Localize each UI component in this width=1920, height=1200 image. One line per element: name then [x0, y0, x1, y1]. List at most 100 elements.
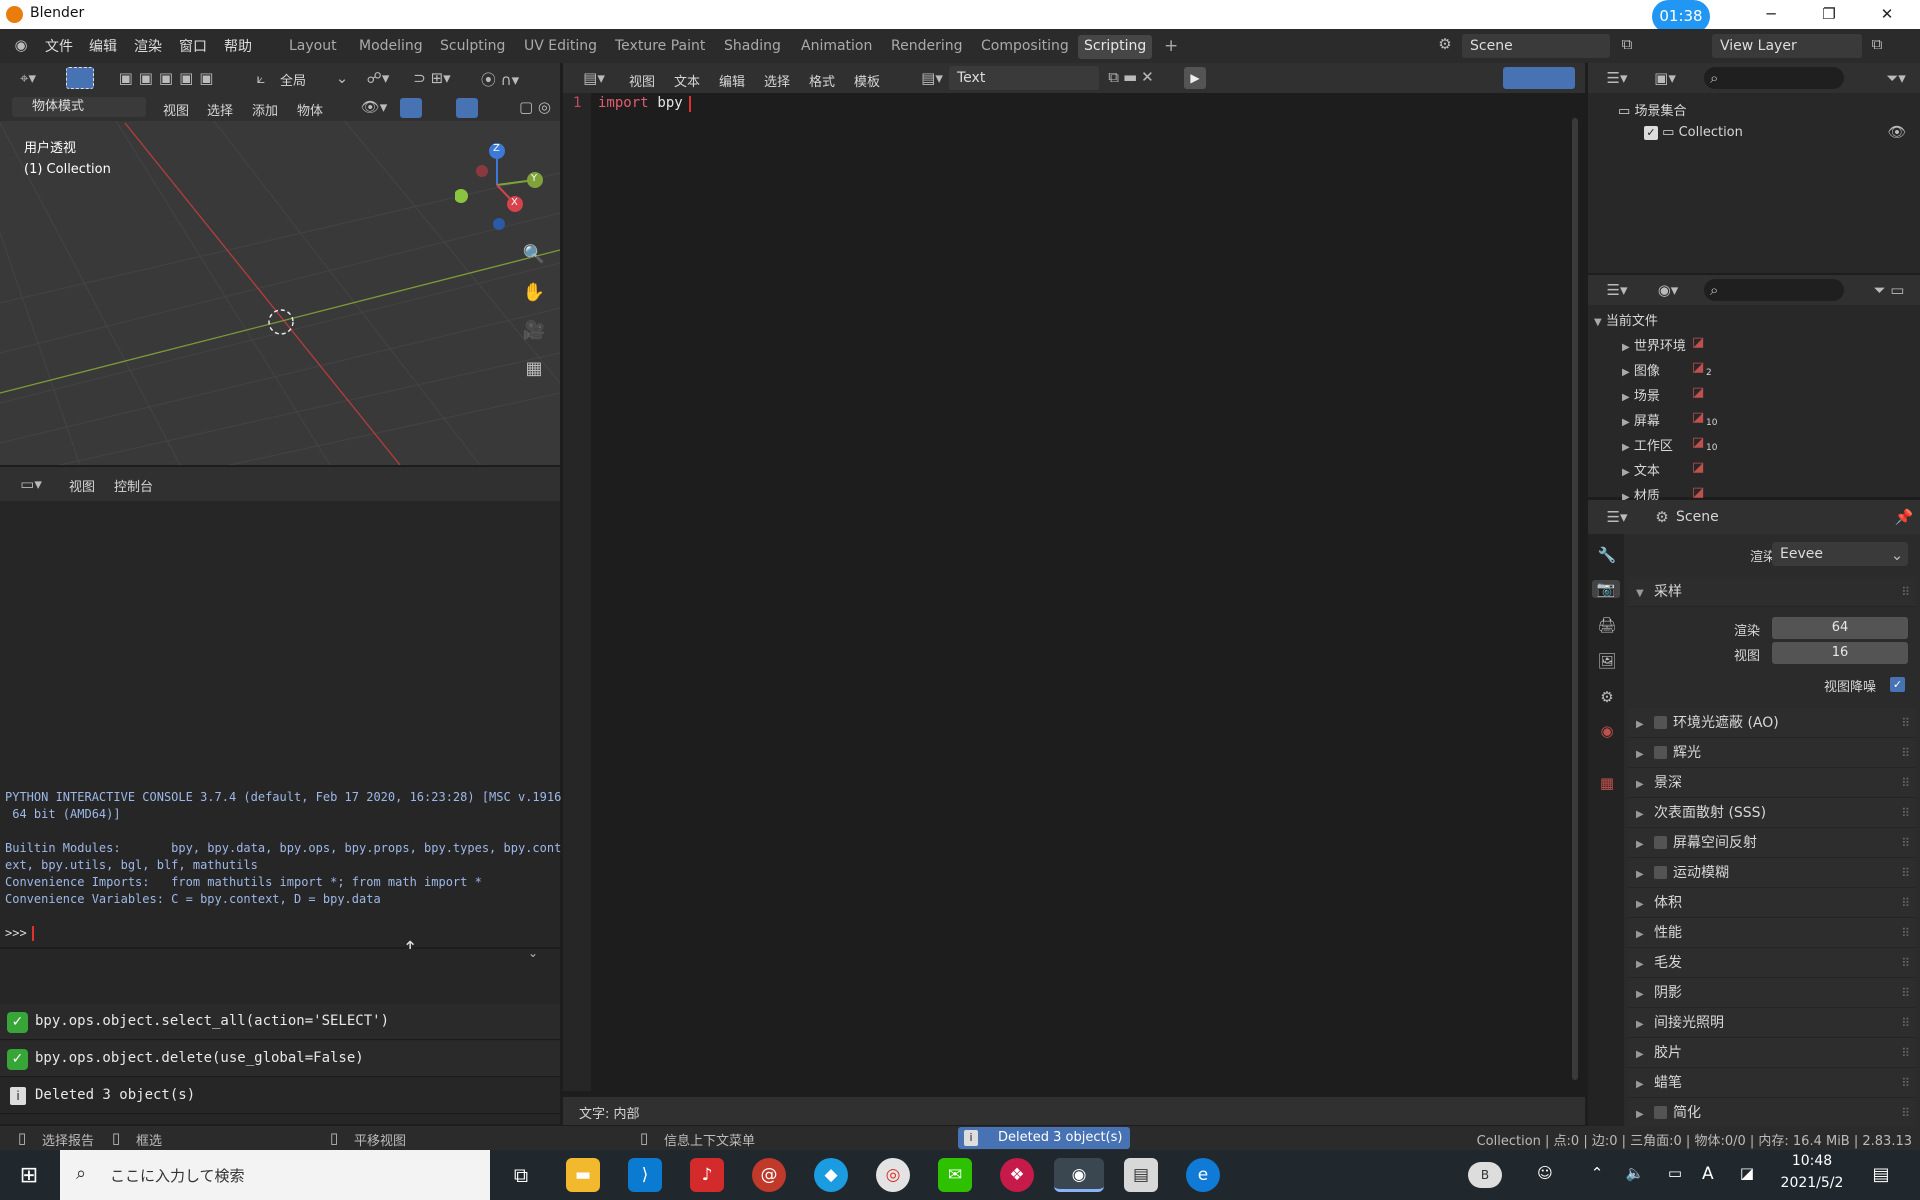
render-samples-field[interactable]: 64 [1772, 617, 1908, 639]
file-explorer-icon[interactable]: ▬ [566, 1158, 600, 1192]
display-toggles-icons[interactable] [1503, 67, 1575, 89]
panel-section[interactable]: ▶ 辉光 ⠿ [1628, 738, 1916, 768]
blender-file-item[interactable]: ▶ 屏幕 ◪ 10 [1622, 410, 1717, 429]
run-script-button[interactable]: ▶ [1184, 67, 1206, 89]
panel-enable-checkbox[interactable] [1654, 746, 1667, 759]
tab-uv-editing[interactable]: UV Editing [518, 35, 603, 59]
taskbar-time[interactable]: 10:48 [1772, 1153, 1852, 1169]
render-tab-icon[interactable]: 📷 [1592, 580, 1620, 598]
transform-orientation-icon[interactable]: ⟀ [250, 69, 272, 87]
drag-grip-icon[interactable]: ⠿ [1901, 768, 1910, 798]
drag-grip-icon[interactable]: ⠿ [1901, 708, 1910, 738]
tab-layout[interactable]: Layout [283, 35, 343, 59]
world-tab-icon[interactable]: ◉ [1596, 722, 1618, 740]
pan-hand-icon[interactable]: ✋ [520, 282, 548, 303]
text-menu-view[interactable]: 视图 [629, 71, 655, 90]
eye-visibility-icon[interactable]: 👁 [1886, 123, 1908, 141]
view-layer-tab-icon[interactable]: 🖼 [1596, 652, 1618, 670]
music-app-icon[interactable]: ♪ [690, 1158, 724, 1192]
text-menu-edit[interactable]: 编辑 [719, 71, 745, 90]
code-keyword[interactable]: import [598, 95, 649, 111]
scene-field[interactable]: Scene [1462, 34, 1610, 58]
blender-file-item[interactable]: ▶ 世界环境 ◪ [1622, 335, 1704, 354]
drag-grip-icon[interactable]: ⠿ [1901, 858, 1910, 888]
text-menu-templates[interactable]: 模板 [854, 71, 880, 90]
drag-grip-icon[interactable]: ⠿ [1901, 1068, 1910, 1098]
viewport-menu-view[interactable]: 视图 [163, 100, 189, 119]
console-menu-console[interactable]: 控制台 [114, 476, 153, 495]
select-tool-icon[interactable] [66, 67, 94, 89]
notepad-icon[interactable]: ▤ [1124, 1158, 1158, 1192]
console-prompt[interactable]: >>> [5, 926, 27, 940]
viewport-samples-field[interactable]: 16 [1772, 642, 1908, 664]
blender-file-item[interactable]: ▶ 文本 ◪ [1622, 460, 1704, 479]
blender-file-item[interactable]: ▶ 工作区 ◪ 10 [1622, 435, 1717, 454]
panel-sampling[interactable]: ▼ 采样 ⠿ [1628, 577, 1916, 607]
text-menu-text[interactable]: 文本 [674, 71, 700, 90]
panel-enable-checkbox[interactable] [1654, 1106, 1667, 1119]
drag-grip-icon[interactable]: ⠿ [1901, 918, 1910, 948]
viewport-denoise-checkbox[interactable]: ✓ [1890, 677, 1905, 692]
raspberry-pi-icon[interactable]: ❖ [1000, 1158, 1034, 1192]
panel-section[interactable]: ▶ 次表面散射 (SSS) ⠿ [1628, 798, 1916, 828]
outliner[interactable] [1588, 63, 1920, 273]
menu-edit[interactable]: 编辑 [89, 36, 117, 56]
panel-enable-checkbox[interactable] [1654, 866, 1667, 879]
network-icon[interactable]: ▭ [1664, 1164, 1686, 1182]
panel-section[interactable]: ▶ 胶片 ⠿ [1628, 1038, 1916, 1068]
info-entry[interactable]: i Deleted 3 object(s) [0, 1078, 560, 1114]
select-mode-icons[interactable]: ▣▣▣▣▣ [110, 69, 228, 87]
panel-enable-checkbox[interactable] [1654, 836, 1667, 849]
wechat-icon[interactable]: ✉ [938, 1158, 972, 1192]
drag-grip-icon[interactable]: ⠿ [1901, 978, 1910, 1008]
windows-start-icon[interactable]: ⊞ [16, 1163, 42, 1188]
scene-collection-row[interactable]: ▭ 场景集合 [1618, 100, 1686, 119]
scene-tab-icon[interactable]: ⚙ [1596, 688, 1618, 706]
tab-texture-paint[interactable]: Texture Paint [609, 35, 711, 59]
viewport-menu-select[interactable]: 选择 [207, 100, 233, 119]
transform-orientation-field[interactable]: 全局 [280, 70, 306, 89]
action-center-icon[interactable]: ▤ [1868, 1164, 1894, 1185]
add-workspace-button[interactable]: + [1158, 35, 1184, 59]
panel-section[interactable]: ▶ 屏幕空间反射 ⠿ [1628, 828, 1916, 858]
task-view-icon[interactable]: ⧉ [508, 1163, 534, 1187]
editor-type-text-icon[interactable]: ▤▾ [579, 69, 609, 87]
panel-section[interactable]: ▶ 景深 ⠿ [1628, 768, 1916, 798]
shading-mode-icons[interactable]: ▢ ◎ [512, 98, 558, 116]
gizmo-toggle-icon[interactable] [400, 98, 422, 118]
tab-shading[interactable]: Shading [718, 35, 787, 59]
menu-help[interactable]: 帮助 [224, 36, 252, 56]
scene-selector-icon[interactable]: ⚙ [1428, 35, 1462, 53]
notification-app-icon[interactable]: ◪ [1736, 1164, 1758, 1182]
panel-section[interactable]: ▶ 体积 ⠿ [1628, 888, 1916, 918]
tab-modeling[interactable]: Modeling [353, 35, 429, 59]
pin-icon[interactable]: 📌 [1894, 508, 1914, 526]
panel-section[interactable]: ▶ 运动模糊 ⠿ [1628, 858, 1916, 888]
visibility-icon[interactable]: 👁▾ [354, 98, 394, 116]
viewport-menu-object[interactable]: 物体 [297, 100, 323, 119]
snail-app-icon[interactable]: @ [752, 1158, 786, 1192]
tab-compositing[interactable]: Compositing [975, 35, 1075, 59]
blender-file-item[interactable]: ▶ 图像 ◪ 2 [1622, 360, 1712, 379]
filter-icon[interactable]: ⏷▾ [1878, 69, 1914, 87]
volume-icon[interactable]: 🔈 [1624, 1164, 1646, 1182]
navigation-gizmo[interactable]: Z Y X [454, 140, 555, 240]
editor-type-console-icon[interactable]: ▭▾ [14, 475, 48, 493]
info-entry[interactable]: ✓ bpy.ops.object.select_all(action='SELE… [0, 1004, 560, 1040]
close-button[interactable]: ✕ [1858, 0, 1916, 29]
file-search-input[interactable]: ⌕ [1704, 279, 1844, 301]
collapse-chevron-icon[interactable]: ⌄ [526, 946, 540, 960]
drag-grip-icon[interactable]: ⠿ [1901, 1008, 1910, 1038]
drag-grip-icon[interactable]: ⠿ [1901, 577, 1910, 607]
text-file-actions-icons[interactable]: ⧉▬✕ [1103, 68, 1163, 86]
drag-grip-icon[interactable]: ⠿ [1901, 1038, 1910, 1068]
avatar[interactable]: B [1468, 1162, 1502, 1188]
editor-type-outliner-icon[interactable]: ☰▾ [1600, 69, 1634, 87]
drag-grip-icon[interactable]: ⠿ [1901, 948, 1910, 978]
drag-grip-icon[interactable]: ⠿ [1901, 798, 1910, 828]
maximize-button[interactable]: ❐ [1800, 0, 1858, 29]
tab-rendering[interactable]: Rendering [885, 35, 969, 59]
menu-window[interactable]: 窗口 [179, 36, 207, 56]
filter-icon[interactable]: ⏷ ▭ [1864, 281, 1914, 299]
text-menu-format[interactable]: 格式 [809, 71, 835, 90]
